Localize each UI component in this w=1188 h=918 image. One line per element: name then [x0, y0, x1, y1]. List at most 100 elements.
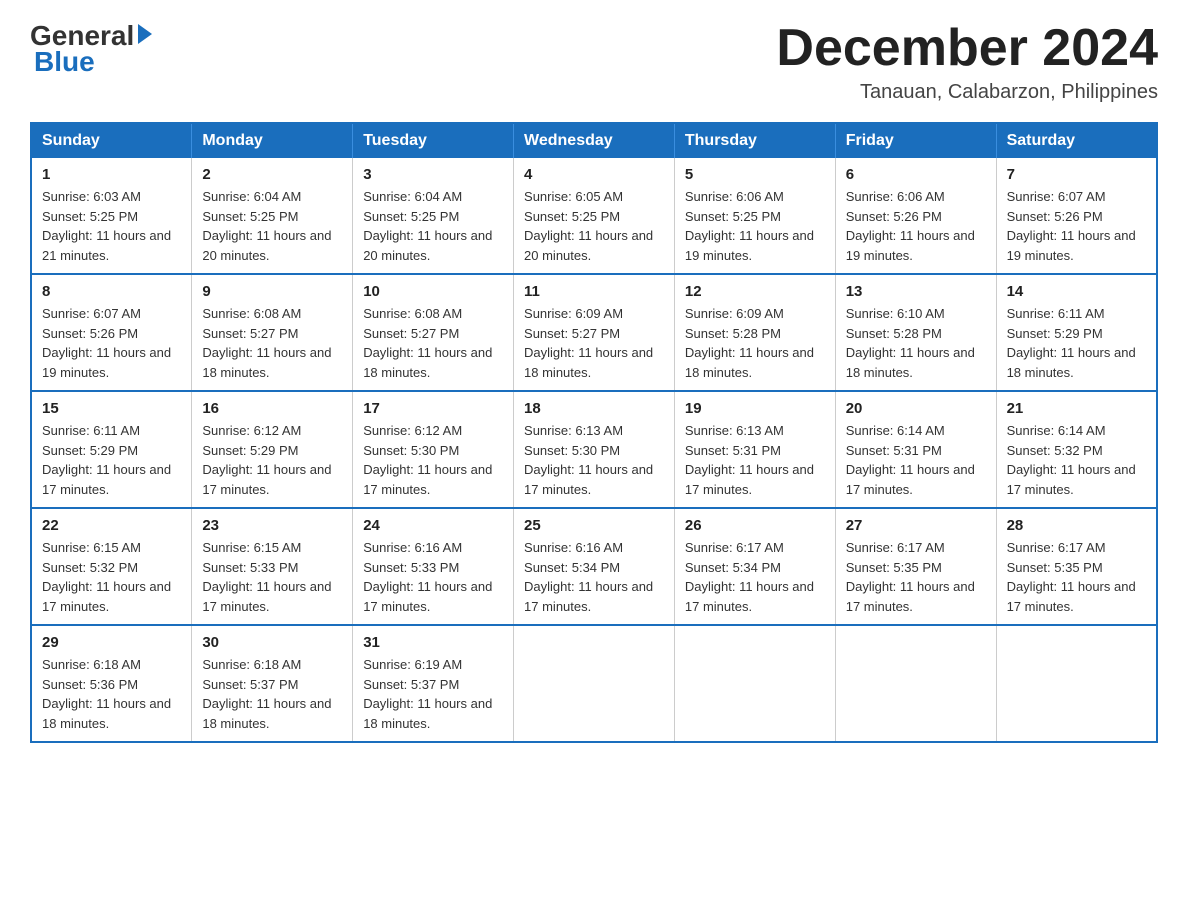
day-info: Sunrise: 6:19 AM Sunset: 5:37 PM Dayligh…: [363, 655, 503, 733]
day-number: 31: [363, 634, 503, 651]
weekday-header-tuesday: Tuesday: [353, 123, 514, 158]
day-info: Sunrise: 6:03 AM Sunset: 5:25 PM Dayligh…: [42, 187, 181, 265]
location-subtitle: Tanauan, Calabarzon, Philippines: [776, 81, 1158, 104]
day-number: 21: [1007, 400, 1146, 417]
day-info: Sunrise: 6:17 AM Sunset: 5:35 PM Dayligh…: [1007, 538, 1146, 616]
day-number: 5: [685, 166, 825, 183]
day-number: 26: [685, 517, 825, 534]
header: General Blue December 2024 Tanauan, Cala…: [30, 20, 1158, 104]
day-info: Sunrise: 6:05 AM Sunset: 5:25 PM Dayligh…: [524, 187, 664, 265]
calendar-day-cell: 30 Sunrise: 6:18 AM Sunset: 5:37 PM Dayl…: [192, 625, 353, 742]
calendar-day-cell: [835, 625, 996, 742]
weekday-header-monday: Monday: [192, 123, 353, 158]
day-info: Sunrise: 6:04 AM Sunset: 5:25 PM Dayligh…: [363, 187, 503, 265]
day-number: 12: [685, 283, 825, 300]
day-info: Sunrise: 6:12 AM Sunset: 5:30 PM Dayligh…: [363, 421, 503, 499]
day-number: 7: [1007, 166, 1146, 183]
day-info: Sunrise: 6:14 AM Sunset: 5:32 PM Dayligh…: [1007, 421, 1146, 499]
calendar-day-cell: 1 Sunrise: 6:03 AM Sunset: 5:25 PM Dayli…: [31, 158, 192, 274]
day-info: Sunrise: 6:08 AM Sunset: 5:27 PM Dayligh…: [202, 304, 342, 382]
calendar-day-cell: 29 Sunrise: 6:18 AM Sunset: 5:36 PM Dayl…: [31, 625, 192, 742]
day-number: 6: [846, 166, 986, 183]
title-area: December 2024 Tanauan, Calabarzon, Phili…: [776, 20, 1158, 104]
day-number: 14: [1007, 283, 1146, 300]
day-info: Sunrise: 6:17 AM Sunset: 5:34 PM Dayligh…: [685, 538, 825, 616]
calendar-day-cell: 7 Sunrise: 6:07 AM Sunset: 5:26 PM Dayli…: [996, 158, 1157, 274]
day-info: Sunrise: 6:09 AM Sunset: 5:27 PM Dayligh…: [524, 304, 664, 382]
calendar-day-cell: 17 Sunrise: 6:12 AM Sunset: 5:30 PM Dayl…: [353, 391, 514, 508]
weekday-header-friday: Friday: [835, 123, 996, 158]
weekday-header-wednesday: Wednesday: [514, 123, 675, 158]
day-info: Sunrise: 6:13 AM Sunset: 5:31 PM Dayligh…: [685, 421, 825, 499]
day-number: 19: [685, 400, 825, 417]
day-info: Sunrise: 6:06 AM Sunset: 5:25 PM Dayligh…: [685, 187, 825, 265]
calendar-day-cell: 23 Sunrise: 6:15 AM Sunset: 5:33 PM Dayl…: [192, 508, 353, 625]
calendar-day-cell: 31 Sunrise: 6:19 AM Sunset: 5:37 PM Dayl…: [353, 625, 514, 742]
calendar-day-cell: 25 Sunrise: 6:16 AM Sunset: 5:34 PM Dayl…: [514, 508, 675, 625]
day-info: Sunrise: 6:09 AM Sunset: 5:28 PM Dayligh…: [685, 304, 825, 382]
day-info: Sunrise: 6:11 AM Sunset: 5:29 PM Dayligh…: [42, 421, 181, 499]
calendar-day-cell: 12 Sunrise: 6:09 AM Sunset: 5:28 PM Dayl…: [674, 274, 835, 391]
logo-blue-text: Blue: [34, 46, 95, 78]
calendar-week-row: 22 Sunrise: 6:15 AM Sunset: 5:32 PM Dayl…: [31, 508, 1157, 625]
day-number: 13: [846, 283, 986, 300]
calendar-day-cell: [514, 625, 675, 742]
calendar-day-cell: 10 Sunrise: 6:08 AM Sunset: 5:27 PM Dayl…: [353, 274, 514, 391]
day-number: 20: [846, 400, 986, 417]
day-number: 18: [524, 400, 664, 417]
day-info: Sunrise: 6:10 AM Sunset: 5:28 PM Dayligh…: [846, 304, 986, 382]
day-info: Sunrise: 6:08 AM Sunset: 5:27 PM Dayligh…: [363, 304, 503, 382]
calendar-day-cell: 5 Sunrise: 6:06 AM Sunset: 5:25 PM Dayli…: [674, 158, 835, 274]
day-info: Sunrise: 6:16 AM Sunset: 5:33 PM Dayligh…: [363, 538, 503, 616]
calendar-day-cell: 6 Sunrise: 6:06 AM Sunset: 5:26 PM Dayli…: [835, 158, 996, 274]
calendar-day-cell: 16 Sunrise: 6:12 AM Sunset: 5:29 PM Dayl…: [192, 391, 353, 508]
calendar-day-cell: 19 Sunrise: 6:13 AM Sunset: 5:31 PM Dayl…: [674, 391, 835, 508]
calendar-day-cell: 15 Sunrise: 6:11 AM Sunset: 5:29 PM Dayl…: [31, 391, 192, 508]
day-info: Sunrise: 6:14 AM Sunset: 5:31 PM Dayligh…: [846, 421, 986, 499]
calendar-day-cell: 9 Sunrise: 6:08 AM Sunset: 5:27 PM Dayli…: [192, 274, 353, 391]
day-number: 8: [42, 283, 181, 300]
calendar-day-cell: [996, 625, 1157, 742]
day-number: 3: [363, 166, 503, 183]
calendar-day-cell: 13 Sunrise: 6:10 AM Sunset: 5:28 PM Dayl…: [835, 274, 996, 391]
logo: General Blue: [30, 20, 152, 78]
day-number: 17: [363, 400, 503, 417]
day-info: Sunrise: 6:13 AM Sunset: 5:30 PM Dayligh…: [524, 421, 664, 499]
day-number: 27: [846, 517, 986, 534]
day-number: 15: [42, 400, 181, 417]
day-number: 11: [524, 283, 664, 300]
day-number: 9: [202, 283, 342, 300]
calendar-day-cell: 4 Sunrise: 6:05 AM Sunset: 5:25 PM Dayli…: [514, 158, 675, 274]
calendar-day-cell: 20 Sunrise: 6:14 AM Sunset: 5:31 PM Dayl…: [835, 391, 996, 508]
logo-arrow-icon: [138, 24, 152, 44]
day-number: 10: [363, 283, 503, 300]
weekday-header-thursday: Thursday: [674, 123, 835, 158]
day-info: Sunrise: 6:18 AM Sunset: 5:36 PM Dayligh…: [42, 655, 181, 733]
calendar-week-row: 1 Sunrise: 6:03 AM Sunset: 5:25 PM Dayli…: [31, 158, 1157, 274]
day-info: Sunrise: 6:15 AM Sunset: 5:33 PM Dayligh…: [202, 538, 342, 616]
calendar-day-cell: 28 Sunrise: 6:17 AM Sunset: 5:35 PM Dayl…: [996, 508, 1157, 625]
calendar-day-cell: 26 Sunrise: 6:17 AM Sunset: 5:34 PM Dayl…: [674, 508, 835, 625]
day-number: 25: [524, 517, 664, 534]
calendar-day-cell: [674, 625, 835, 742]
day-info: Sunrise: 6:11 AM Sunset: 5:29 PM Dayligh…: [1007, 304, 1146, 382]
day-number: 4: [524, 166, 664, 183]
day-info: Sunrise: 6:07 AM Sunset: 5:26 PM Dayligh…: [42, 304, 181, 382]
day-number: 2: [202, 166, 342, 183]
day-number: 29: [42, 634, 181, 651]
day-info: Sunrise: 6:18 AM Sunset: 5:37 PM Dayligh…: [202, 655, 342, 733]
day-info: Sunrise: 6:17 AM Sunset: 5:35 PM Dayligh…: [846, 538, 986, 616]
day-number: 28: [1007, 517, 1146, 534]
day-number: 22: [42, 517, 181, 534]
day-number: 23: [202, 517, 342, 534]
calendar-day-cell: 21 Sunrise: 6:14 AM Sunset: 5:32 PM Dayl…: [996, 391, 1157, 508]
day-number: 1: [42, 166, 181, 183]
weekday-header-saturday: Saturday: [996, 123, 1157, 158]
calendar-week-row: 29 Sunrise: 6:18 AM Sunset: 5:36 PM Dayl…: [31, 625, 1157, 742]
day-info: Sunrise: 6:06 AM Sunset: 5:26 PM Dayligh…: [846, 187, 986, 265]
day-info: Sunrise: 6:16 AM Sunset: 5:34 PM Dayligh…: [524, 538, 664, 616]
calendar-day-cell: 11 Sunrise: 6:09 AM Sunset: 5:27 PM Dayl…: [514, 274, 675, 391]
calendar-day-cell: 14 Sunrise: 6:11 AM Sunset: 5:29 PM Dayl…: [996, 274, 1157, 391]
calendar-table: SundayMondayTuesdayWednesdayThursdayFrid…: [30, 122, 1158, 743]
day-number: 30: [202, 634, 342, 651]
